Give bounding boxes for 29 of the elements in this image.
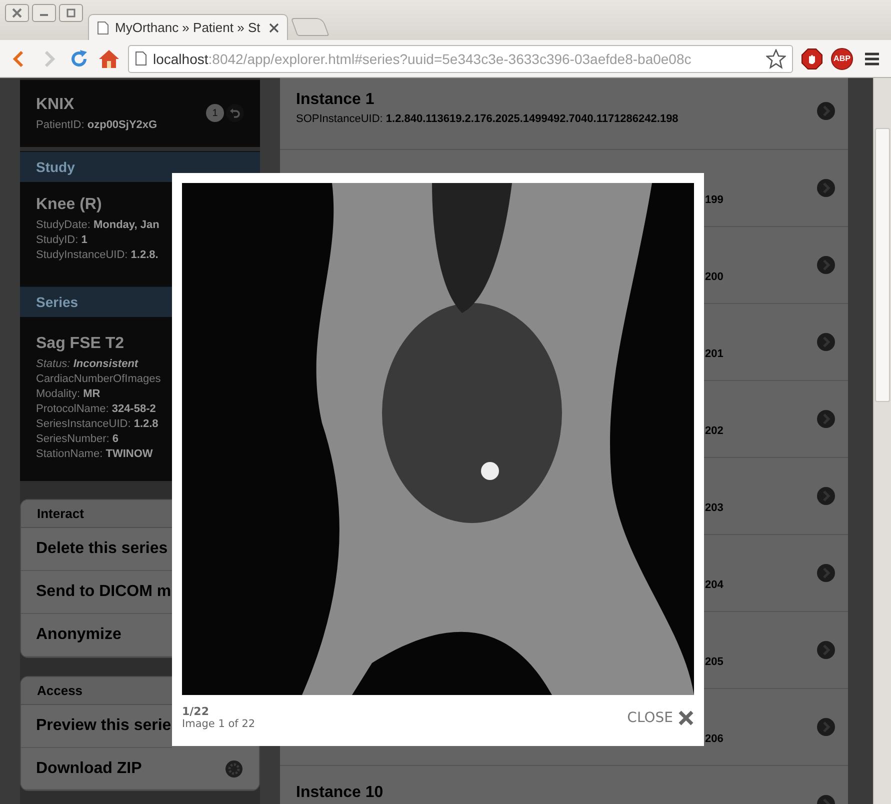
series-field: CardiacNumberOfImages — [36, 372, 244, 387]
series-field: ProtocolName: 324-58-2 — [36, 402, 244, 417]
series-status: Status: Inconsistent — [36, 357, 140, 372]
instance-uid: 200 — [705, 271, 724, 283]
series-title: Sag FSE T2 — [36, 334, 126, 354]
instance-uid: 199 — [705, 194, 724, 206]
image-counter: 1/22 — [182, 705, 210, 718]
patient-name: KNIX — [36, 95, 76, 115]
study-field: StudyDate: Monday, Jan — [36, 218, 244, 233]
instance-uid: 206 — [705, 733, 724, 745]
study-field: StudyID: 1 — [36, 233, 244, 248]
patient-id: PatientID: ozp00SjY2xG — [36, 118, 158, 133]
instance-uid: 204 — [705, 579, 724, 591]
instance-title: Instance 10 — [296, 784, 384, 803]
series-field: SeriesInstanceUID: 1.2.8 — [36, 417, 244, 432]
study-title: Knee (R) — [36, 195, 103, 215]
instance-uid: 205 — [705, 656, 724, 668]
series-field: StationName: TWINOW — [36, 447, 244, 462]
instance-uid: 203 — [705, 502, 724, 514]
series-field: SeriesNumber: 6 — [36, 432, 244, 447]
image-caption: Image 1 of 22 — [182, 718, 256, 730]
instance-title: Instance 1 — [296, 91, 374, 110]
url-text: localhost:8042/app/explorer.html#series?uuid=5e343c3e-3633c396-03aefde8-ba0e08c — [153, 50, 692, 66]
series-field: Modality: MR — [36, 387, 244, 402]
instance-uid: SOPInstanceUID: 1.2.840.113619.2.176.2025.1499492.7040.1171286242.198 — [296, 113, 678, 125]
study-field: StudyInstanceUID: 1.2.8. — [36, 248, 244, 263]
instance-uid: 201 — [705, 348, 724, 360]
instance-uid: 202 — [705, 425, 724, 437]
count-badge: 1 — [206, 104, 224, 122]
